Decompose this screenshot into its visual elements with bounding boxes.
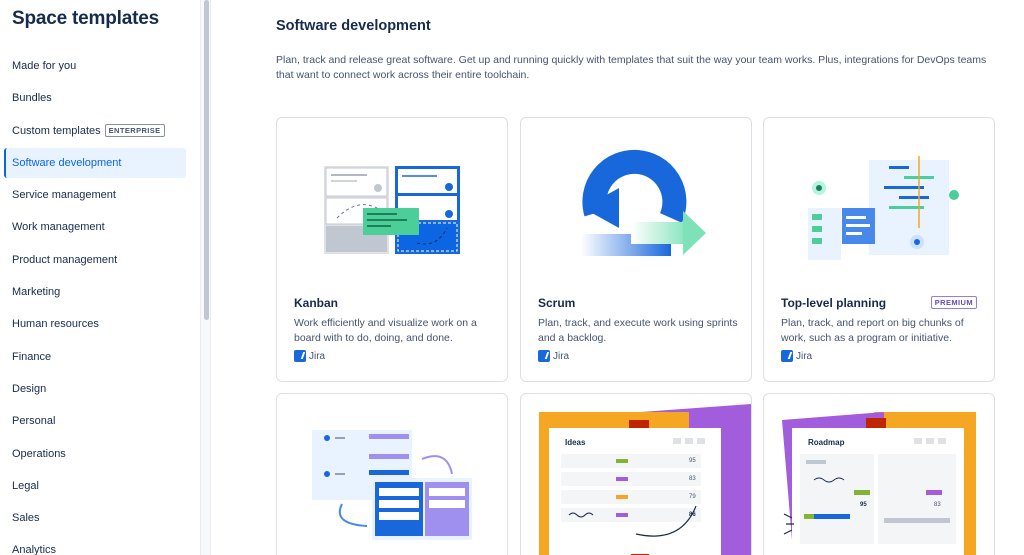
product-name: Jira bbox=[553, 350, 570, 362]
product-name: Jira bbox=[309, 350, 326, 362]
sidebar-scrollbar-thumb[interactable] bbox=[204, 0, 209, 320]
card-description: Plan, track, and execute work using spri… bbox=[538, 317, 738, 344]
card-title: Kanban bbox=[294, 296, 339, 310]
idea-score: 83 bbox=[689, 476, 696, 482]
jira-logo-icon bbox=[781, 350, 793, 362]
jira-logo-icon bbox=[538, 350, 550, 362]
card-product: Jira bbox=[538, 350, 569, 362]
nav-item-made-for-you[interactable]: Made for you bbox=[4, 51, 186, 81]
nav-item-design[interactable]: Design bbox=[4, 374, 186, 404]
card-product: Jira bbox=[294, 350, 325, 362]
template-card-kanban[interactable]: Kanban Work efficiently and visualize wo… bbox=[276, 117, 508, 382]
template-card-scrum[interactable]: Scrum Plan, track, and execute work usin… bbox=[520, 117, 752, 382]
ideas-frame-art bbox=[539, 404, 751, 555]
template-card-roadmap[interactable]: Roadmap 95 83 bbox=[763, 393, 995, 555]
idea-score: 86 bbox=[689, 512, 696, 518]
sidebar-scrollbar[interactable] bbox=[200, 0, 211, 555]
kanban-illustration bbox=[324, 166, 460, 254]
nav-item-software-development[interactable]: Software development bbox=[4, 147, 186, 178]
roadmap-title: Roadmap bbox=[808, 438, 845, 447]
nav-item-personal[interactable]: Personal bbox=[4, 406, 186, 436]
card-description: Plan, track, and report on big chunks of… bbox=[781, 317, 964, 344]
nav-item-operations[interactable]: Operations bbox=[4, 439, 186, 469]
nav-item-legal[interactable]: Legal bbox=[4, 471, 186, 501]
template-card-ideas[interactable]: Ideas 95 83 79 86 bbox=[520, 393, 752, 555]
template-card-workflow[interactable] bbox=[276, 393, 508, 555]
space-templates-page: Space templates Made for you Bundles Cus… bbox=[0, 0, 1024, 555]
idea-score: 79 bbox=[689, 494, 696, 500]
premium-badge: PREMIUM bbox=[930, 296, 977, 309]
nav-item-service-management[interactable]: Service management bbox=[4, 180, 186, 210]
sidebar: Space templates Made for you Bundles Cus… bbox=[0, 0, 200, 555]
nav-item-product-management[interactable]: Product management bbox=[4, 245, 186, 275]
nav-item-sales[interactable]: Sales bbox=[4, 503, 186, 533]
card-title: Top-level planning bbox=[781, 296, 887, 310]
roadmap-score: 95 bbox=[860, 502, 867, 508]
nav-item-bundles[interactable]: Bundles bbox=[4, 83, 186, 113]
workflow-illustration bbox=[312, 430, 472, 540]
page-description: Plan, track and release great software. … bbox=[276, 54, 987, 81]
nav-item-custom-templates[interactable]: Custom templates ENTERPRISE bbox=[4, 116, 186, 146]
card-description: Work efficiently and visualize work on a… bbox=[294, 317, 477, 344]
page-title: Software development bbox=[276, 18, 431, 34]
template-card-top-level-planning[interactable]: Top-level planning PREMIUM Plan, track, … bbox=[763, 117, 995, 382]
idea-score: 95 bbox=[689, 458, 696, 464]
jira-logo-icon bbox=[294, 350, 306, 362]
card-product: Jira bbox=[781, 350, 812, 362]
nav-item-finance[interactable]: Finance bbox=[4, 342, 186, 372]
scrum-illustration bbox=[581, 149, 706, 256]
enterprise-badge: ENTERPRISE bbox=[104, 124, 165, 138]
planning-illustration bbox=[808, 156, 959, 260]
roadmap-frame-art bbox=[782, 412, 976, 555]
sidebar-title: Space templates bbox=[12, 8, 159, 29]
roadmap-illustration: Roadmap 95 83 bbox=[764, 394, 994, 555]
card-title: Scrum bbox=[538, 296, 576, 310]
nav-item-label: Custom templates bbox=[12, 124, 101, 137]
nav-item-human-resources[interactable]: Human resources bbox=[4, 309, 186, 339]
main-content: Software development Plan, track and rel… bbox=[212, 0, 1024, 555]
product-name: Jira bbox=[796, 350, 813, 362]
nav-item-marketing[interactable]: Marketing bbox=[4, 277, 186, 307]
ideas-illustration: Ideas 95 83 79 86 bbox=[521, 394, 751, 555]
roadmap-score: 83 bbox=[934, 502, 941, 508]
category-nav: Made for you Bundles Custom templates EN… bbox=[4, 51, 186, 555]
nav-item-work-management[interactable]: Work management bbox=[4, 212, 186, 242]
ideas-title: Ideas bbox=[565, 438, 586, 447]
nav-item-analytics[interactable]: Analytics bbox=[4, 535, 186, 555]
